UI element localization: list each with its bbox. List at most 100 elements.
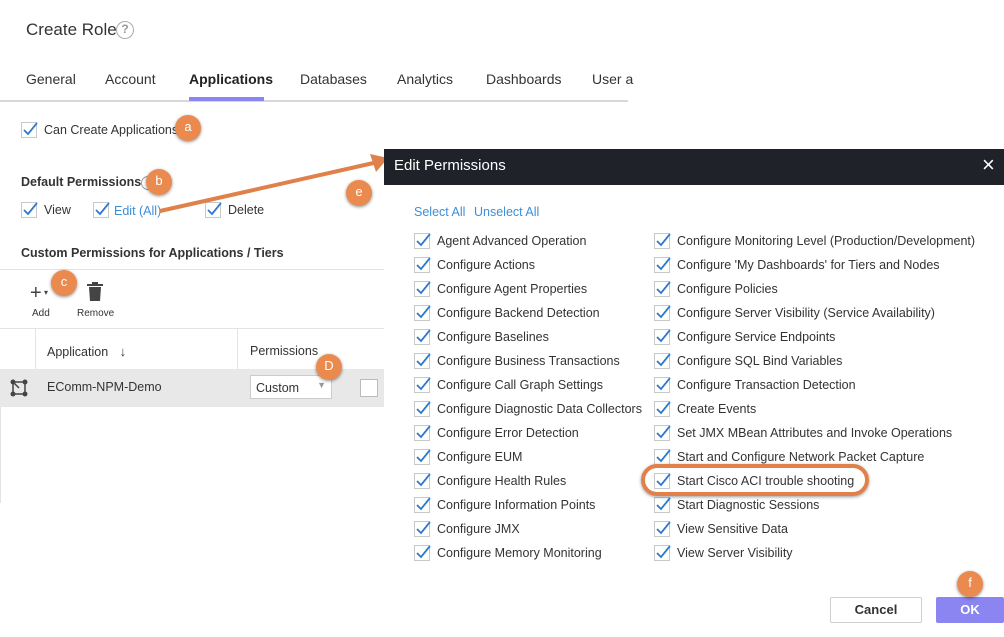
permission-select[interactable]: Custom ▼ bbox=[250, 375, 332, 399]
checkmark-icon bbox=[656, 425, 671, 439]
perm-checkbox-configure-service-endpoints[interactable] bbox=[654, 329, 671, 345]
default-permissions-title: Default Permissions bbox=[21, 175, 142, 189]
help-icon[interactable]: ? bbox=[116, 21, 134, 39]
tab-general[interactable]: General bbox=[26, 71, 76, 87]
checkmark-icon bbox=[416, 473, 431, 487]
checkmark-icon bbox=[416, 521, 431, 535]
select-all-link[interactable]: Select All bbox=[414, 205, 465, 219]
perm-label-set-jmx-mbean-attributes-and-invoke-operations: Set JMX MBean Attributes and Invoke Oper… bbox=[677, 426, 953, 440]
perm-label-configure-transaction-detection: Configure Transaction Detection bbox=[677, 378, 856, 392]
row-checkbox[interactable] bbox=[360, 379, 378, 397]
perm-checkbox-view-sensitive-data[interactable] bbox=[654, 521, 671, 537]
view-checkbox[interactable] bbox=[21, 202, 38, 218]
checkmark-icon bbox=[416, 233, 431, 247]
perm-checkbox-configure-baselines[interactable] bbox=[414, 329, 431, 345]
perm-checkbox-view-server-visibility[interactable] bbox=[654, 545, 671, 561]
custom-section-divider bbox=[0, 269, 384, 270]
view-label: View bbox=[44, 203, 71, 217]
col-divider-2 bbox=[237, 328, 238, 369]
column-header-permissions[interactable]: Permissions bbox=[250, 344, 318, 358]
page-title: Create Role bbox=[26, 20, 117, 39]
perm-label-configure-policies: Configure Policies bbox=[677, 282, 778, 296]
perm-label-start-and-configure-network-packet-capture: Start and Configure Network Packet Captu… bbox=[677, 450, 925, 464]
application-node-icon bbox=[10, 379, 28, 397]
perm-checkbox-configure-server-visibility-service-availability[interactable] bbox=[654, 305, 671, 321]
caret-down-icon: ▼ bbox=[317, 380, 326, 390]
can-create-checkbox[interactable] bbox=[21, 122, 38, 138]
checkmark-icon bbox=[416, 545, 431, 559]
checkmark-icon bbox=[656, 353, 671, 367]
perm-checkbox-start-and-configure-network-packet-capture[interactable] bbox=[654, 449, 671, 465]
cancel-button-label: Cancel bbox=[854, 602, 898, 617]
perm-checkbox-configure-call-graph-settings[interactable] bbox=[414, 377, 431, 393]
perm-label-configure-server-visibility-service-availability: Configure Server Visibility (Service Ava… bbox=[677, 306, 935, 320]
checkmark-icon bbox=[416, 401, 431, 415]
custom-permissions-title: Custom Permissions for Applications / Ti… bbox=[21, 246, 284, 260]
perm-checkbox-configure-monitoring-level-production-development[interactable] bbox=[654, 233, 671, 249]
plus-icon: + bbox=[30, 282, 42, 304]
checkmark-icon bbox=[656, 281, 671, 295]
perm-label-configure-business-transactions: Configure Business Transactions bbox=[437, 354, 620, 368]
trash-icon bbox=[87, 282, 103, 301]
tab-databases[interactable]: Databases bbox=[300, 71, 367, 87]
checkmark-icon bbox=[416, 377, 431, 391]
perm-label-view-server-visibility: View Server Visibility bbox=[677, 546, 793, 560]
unselect-all-link[interactable]: Unselect All bbox=[474, 205, 539, 219]
perm-label-configure-monitoring-level-production-development: Configure Monitoring Level (Production/D… bbox=[677, 234, 976, 248]
column-header-application-label: Application bbox=[47, 345, 109, 359]
perm-checkbox-configure-error-detection[interactable] bbox=[414, 425, 431, 441]
can-create-label: Can Create Applications bbox=[44, 123, 179, 137]
perm-checkbox-configure-actions[interactable] bbox=[414, 257, 431, 273]
checkmark-icon bbox=[656, 305, 671, 319]
perm-checkbox-configure-health-rules[interactable] bbox=[414, 473, 431, 489]
perm-label-configure-backend-detection: Configure Backend Detection bbox=[437, 306, 600, 320]
checkmark-icon bbox=[656, 257, 671, 271]
tab-dashboards[interactable]: Dashboards bbox=[486, 71, 562, 87]
perm-checkbox-configure-backend-detection[interactable] bbox=[414, 305, 431, 321]
perm-checkbox-configure-eum[interactable] bbox=[414, 449, 431, 465]
row-application-name: EComm-NPM-Demo bbox=[47, 380, 162, 394]
checkmark-icon bbox=[416, 281, 431, 295]
edit-all-checkbox[interactable] bbox=[93, 202, 110, 218]
remove-button[interactable]: Remove bbox=[76, 282, 116, 322]
perm-checkbox-create-events[interactable] bbox=[654, 401, 671, 417]
sort-arrow-down-icon: ↓ bbox=[119, 344, 127, 359]
tab-account[interactable]: Account bbox=[105, 71, 156, 87]
perm-label-view-sensitive-data: View Sensitive Data bbox=[677, 522, 788, 536]
badge-d: D bbox=[316, 354, 342, 380]
perm-label-agent-advanced-operation: Agent Advanced Operation bbox=[437, 234, 587, 248]
tab-bar-underline bbox=[0, 100, 628, 102]
ok-button[interactable]: OK bbox=[936, 597, 1004, 623]
perm-checkbox-configure-diagnostic-data-collectors[interactable] bbox=[414, 401, 431, 417]
column-header-application[interactable]: Application ↓ bbox=[47, 344, 126, 359]
perm-checkbox-configure-memory-monitoring[interactable] bbox=[414, 545, 431, 561]
perm-label-configure-health-rules: Configure Health Rules bbox=[437, 474, 567, 488]
close-icon[interactable]: × bbox=[982, 152, 995, 178]
perm-label-configure-call-graph-settings: Configure Call Graph Settings bbox=[437, 378, 604, 392]
perm-checkbox-configure-my-dashboards-for-tiers-and-nodes[interactable] bbox=[654, 257, 671, 273]
perm-checkbox-configure-business-transactions[interactable] bbox=[414, 353, 431, 369]
cancel-button[interactable]: Cancel bbox=[830, 597, 922, 623]
perm-checkbox-configure-information-points[interactable] bbox=[414, 497, 431, 513]
perm-checkbox-set-jmx-mbean-attributes-and-invoke-operations[interactable] bbox=[654, 425, 671, 441]
checkmark-icon bbox=[416, 353, 431, 367]
tab-user-a[interactable]: User a bbox=[592, 71, 633, 87]
perm-checkbox-start-diagnostic-sessions[interactable] bbox=[654, 497, 671, 513]
perm-checkbox-configure-policies[interactable] bbox=[654, 281, 671, 297]
tab-applications[interactable]: Applications bbox=[189, 71, 273, 87]
permission-select-value: Custom bbox=[256, 381, 300, 395]
perm-checkbox-configure-sql-bind-variables[interactable] bbox=[654, 353, 671, 369]
perm-label-configure-memory-monitoring: Configure Memory Monitoring bbox=[437, 546, 602, 560]
tab-analytics[interactable]: Analytics bbox=[397, 71, 453, 87]
checkmark-icon bbox=[656, 401, 671, 415]
perm-label-configure-baselines: Configure Baselines bbox=[437, 330, 549, 344]
perm-label-configure-my-dashboards-for-tiers-and-nodes: Configure 'My Dashboards' for Tiers and … bbox=[677, 258, 940, 272]
perm-checkbox-configure-jmx[interactable] bbox=[414, 521, 431, 537]
perm-checkbox-configure-transaction-detection[interactable] bbox=[654, 377, 671, 393]
perm-checkbox-agent-advanced-operation[interactable] bbox=[414, 233, 431, 249]
checkmark-icon bbox=[656, 545, 671, 559]
perm-checkbox-configure-agent-properties[interactable] bbox=[414, 281, 431, 297]
perm-label-configure-information-points: Configure Information Points bbox=[437, 498, 596, 512]
perm-label-configure-jmx: Configure JMX bbox=[437, 522, 520, 536]
checkmark-icon bbox=[656, 449, 671, 463]
